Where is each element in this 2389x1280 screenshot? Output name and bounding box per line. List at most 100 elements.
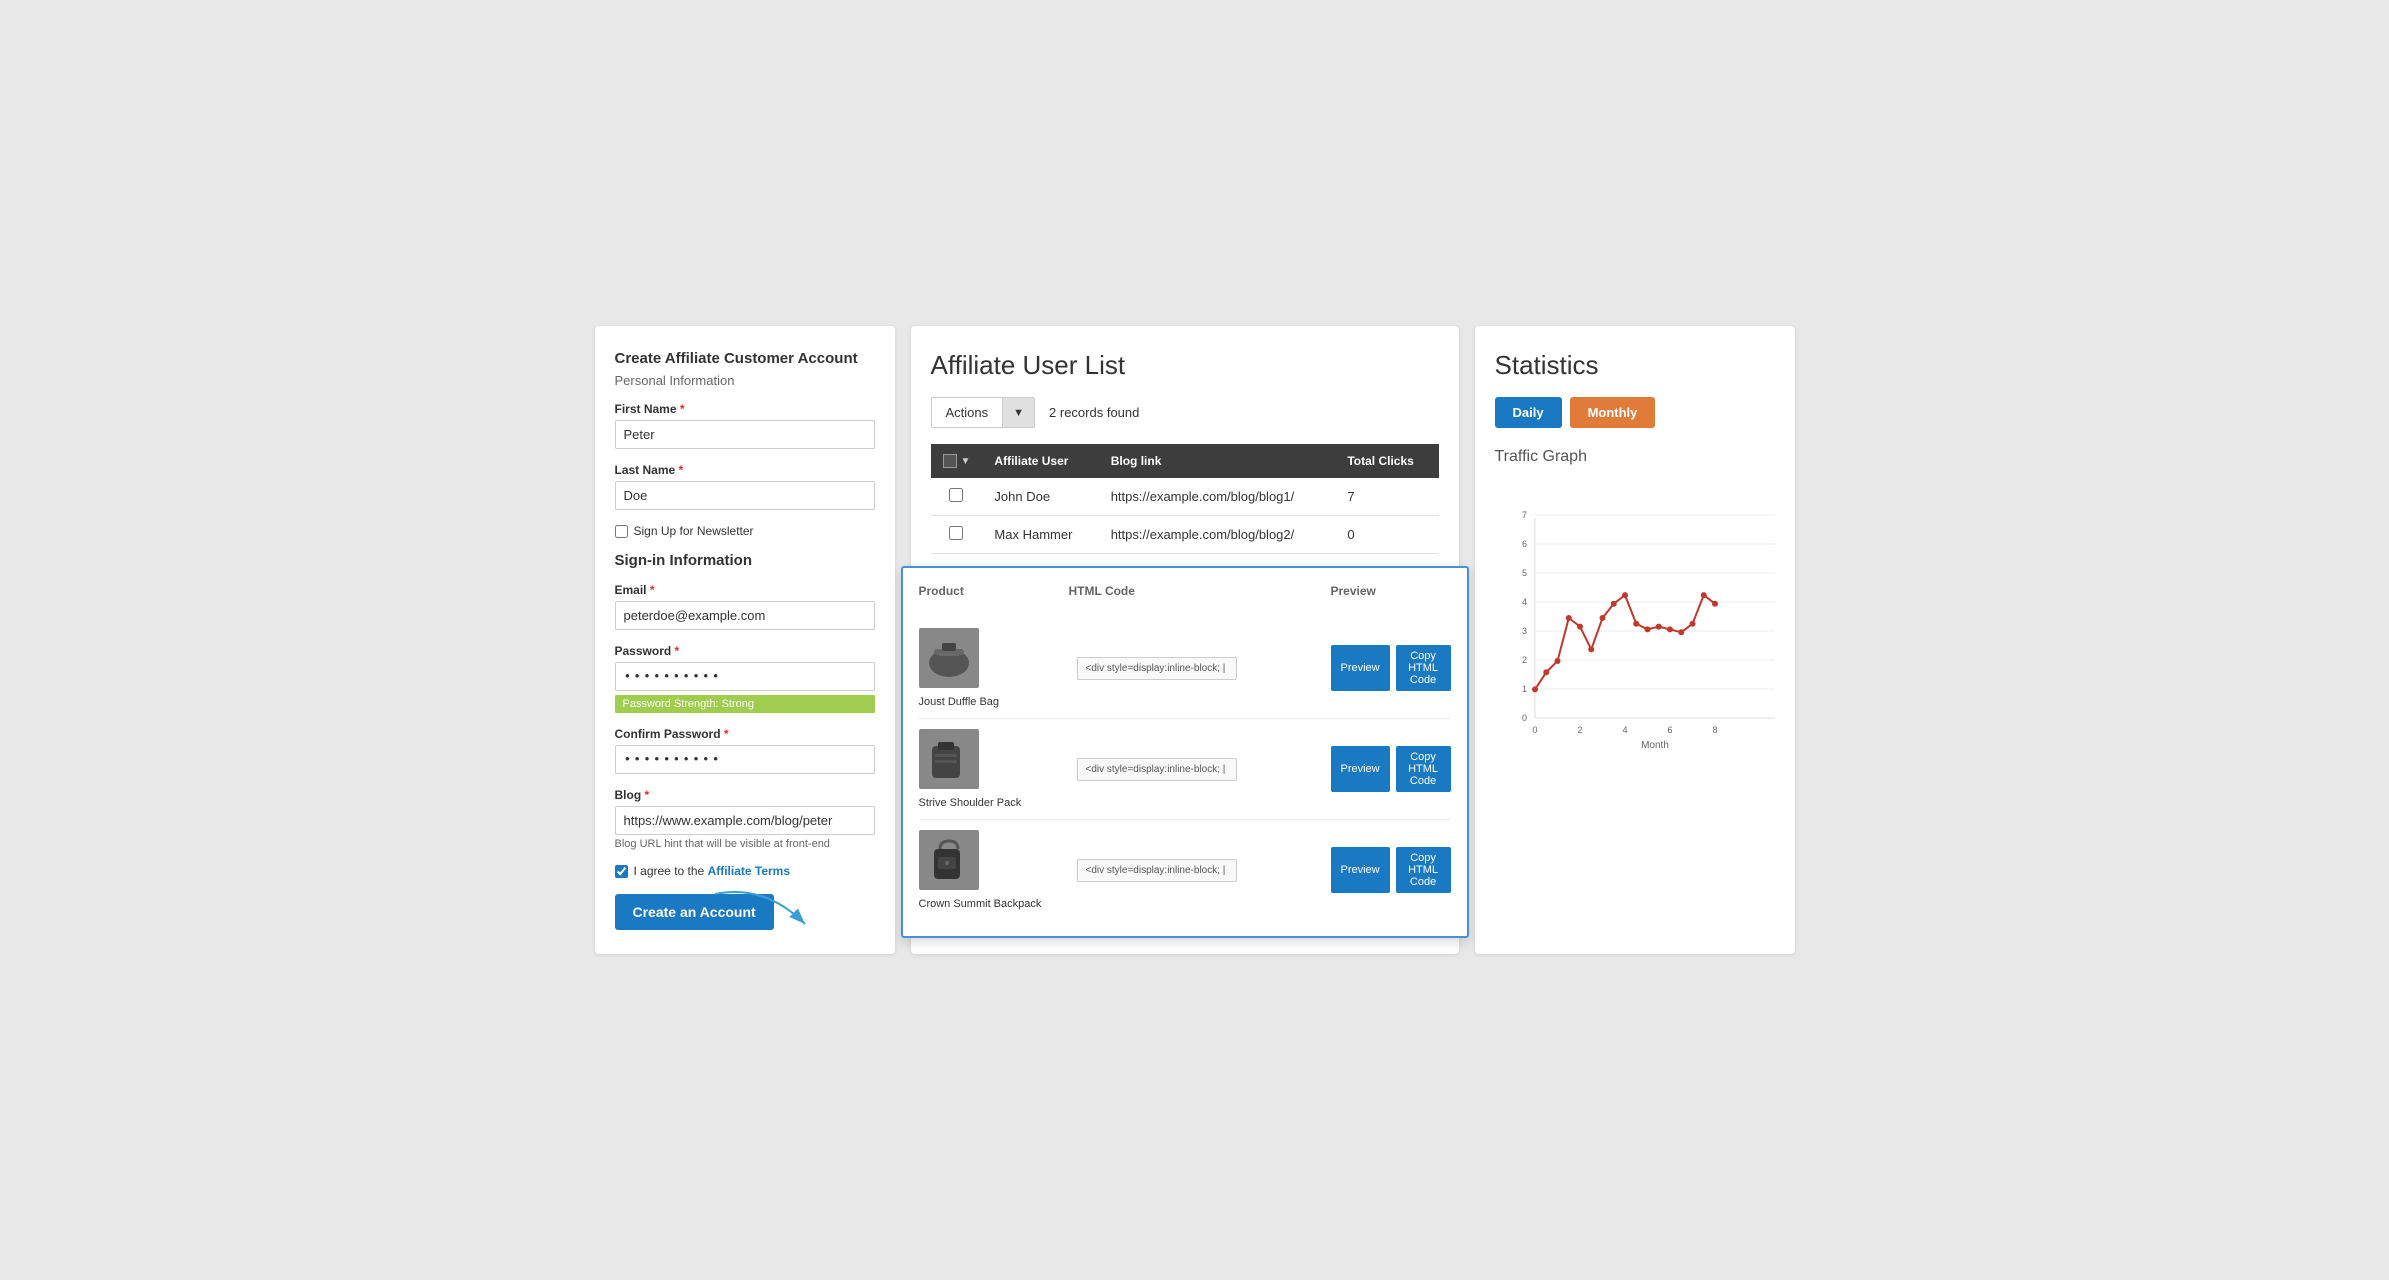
product2-preview-button[interactable]: Preview (1331, 746, 1390, 792)
table-row: Max Hammer https://example.com/blog/blog… (931, 516, 1439, 554)
terms-label: I agree to the Affiliate Terms (634, 864, 791, 878)
col-preview: Preview (1331, 584, 1451, 598)
product2-actions: Preview Copy HTML Code (1331, 746, 1451, 792)
personal-info-title: Personal Information (615, 373, 875, 388)
first-name-label: First Name * (615, 402, 875, 416)
svg-text:2: 2 (1577, 725, 1582, 735)
row1-checkbox-cell (931, 478, 983, 516)
row1-blog: https://example.com/blog/blog1/ (1099, 478, 1336, 516)
svg-text:Month: Month (1641, 740, 1669, 751)
col-product: Product (919, 584, 1069, 598)
svg-text:0: 0 (1532, 725, 1537, 735)
last-name-group: Last Name * (615, 463, 875, 510)
svg-text:8: 8 (1712, 725, 1717, 735)
product3-image (919, 830, 979, 890)
actions-label: Actions (932, 398, 1004, 427)
product1-copy-button[interactable]: Copy HTML Code (1396, 645, 1451, 691)
chart-point (1588, 646, 1594, 652)
first-name-input[interactable] (615, 420, 875, 449)
svg-text:6: 6 (1667, 725, 1672, 735)
monthly-button[interactable]: Monthly (1570, 397, 1656, 428)
panel-title: Create Affiliate Customer Account (615, 350, 875, 367)
row1-checkbox[interactable] (949, 488, 963, 502)
confirm-password-input[interactable] (615, 745, 875, 774)
main-layout: Create Affiliate Customer Account Person… (595, 326, 1795, 954)
email-input[interactable] (615, 601, 875, 630)
row2-clicks: 0 (1335, 516, 1438, 554)
product3-actions: Preview Copy HTML Code (1331, 847, 1451, 893)
chart-point (1700, 592, 1706, 598)
password-input[interactable] (615, 662, 875, 691)
blog-input[interactable] (615, 806, 875, 835)
table-body: John Doe https://example.com/blog/blog1/… (931, 478, 1439, 554)
product-row-3: Crown Summit Backpack <div style=display… (919, 820, 1451, 920)
product2-copy-button[interactable]: Copy HTML Code (1396, 746, 1451, 792)
product3-name: Crown Summit Backpack (919, 898, 1042, 910)
product1-image-container: Joust Duffle Bag (919, 628, 1069, 708)
row2-blog: https://example.com/blog/blog2/ (1099, 516, 1336, 554)
right-panel: Statistics Daily Monthly Traffic Graph (1475, 326, 1795, 954)
newsletter-checkbox[interactable] (615, 525, 628, 538)
terms-checkbox[interactable] (615, 865, 628, 878)
confirm-password-label: Confirm Password * (615, 727, 875, 741)
svg-text:4: 4 (1521, 597, 1526, 607)
svg-text:0: 0 (1521, 713, 1526, 723)
traffic-chart: 0 1 2 3 4 5 6 7 0 2 4 6 8 Month (1495, 478, 1775, 778)
left-panel: Create Affiliate Customer Account Person… (595, 326, 895, 954)
blog-hint: Blog URL hint that will be visible at fr… (615, 838, 875, 850)
product3-preview-button[interactable]: Preview (1331, 847, 1390, 893)
row1-clicks: 7 (1335, 478, 1438, 516)
chart-line (1535, 595, 1715, 689)
product1-image (919, 628, 979, 688)
product2-image (919, 729, 979, 789)
actions-bar: Actions ▼ 2 records found (931, 397, 1439, 428)
last-name-input[interactable] (615, 481, 875, 510)
email-group: Email * (615, 583, 875, 630)
traffic-graph-title: Traffic Graph (1495, 448, 1775, 466)
backpack-icon (924, 835, 974, 885)
chart-point (1577, 624, 1583, 630)
affiliate-title: Affiliate User List (931, 350, 1439, 381)
email-label: Email * (615, 583, 875, 597)
product1-code[interactable]: <div style=display:inline-block; | (1077, 657, 1237, 680)
stats-buttons: Daily Monthly (1495, 397, 1775, 428)
row2-checkbox[interactable] (949, 526, 963, 540)
chart-point (1610, 601, 1616, 607)
product1-actions: Preview Copy HTML Code (1331, 645, 1451, 691)
product1-preview-button[interactable]: Preview (1331, 645, 1390, 691)
row1-user: John Doe (982, 478, 1098, 516)
chart-point (1599, 615, 1605, 621)
product-overlay: Product HTML Code Preview Joust Duf (901, 566, 1469, 938)
terms-group: I agree to the Affiliate Terms (615, 864, 875, 878)
th-checkbox: ▼ (931, 444, 983, 478)
daily-button[interactable]: Daily (1495, 397, 1562, 428)
actions-dropdown-button[interactable]: ▼ (1003, 398, 1034, 427)
stats-title: Statistics (1495, 350, 1775, 381)
product3-image-container: Crown Summit Backpack (919, 830, 1069, 910)
terms-link[interactable]: Affiliate Terms (708, 864, 790, 878)
row2-checkbox-cell (931, 516, 983, 554)
product2-code[interactable]: <div style=display:inline-block; | (1077, 758, 1237, 781)
product3-copy-button[interactable]: Copy HTML Code (1396, 847, 1451, 893)
row2-user: Max Hammer (982, 516, 1098, 554)
svg-text:4: 4 (1622, 725, 1627, 735)
chart-point (1678, 629, 1684, 635)
svg-text:6: 6 (1521, 539, 1526, 549)
product2-name: Strive Shoulder Pack (919, 797, 1022, 809)
product-row-1: Joust Duffle Bag <div style=display:inli… (919, 618, 1451, 719)
product3-code[interactable]: <div style=display:inline-block; | (1077, 859, 1237, 882)
shoulder-pack-icon (924, 734, 974, 784)
records-found: 2 records found (1049, 405, 1139, 420)
chart-point (1565, 615, 1571, 621)
svg-text:1: 1 (1521, 684, 1526, 694)
svg-text:2: 2 (1521, 655, 1526, 665)
sign-in-title: Sign-in Information (615, 552, 875, 569)
col-html: HTML Code (1069, 584, 1331, 598)
blog-label: Blog * (615, 788, 875, 802)
password-strength: Password Strength: Strong (615, 695, 875, 713)
table-row: John Doe https://example.com/blog/blog1/… (931, 478, 1439, 516)
svg-text:5: 5 (1521, 568, 1526, 578)
blog-group: Blog * Blog URL hint that will be visibl… (615, 788, 875, 850)
chart-point (1532, 686, 1538, 692)
chart-point (1622, 592, 1628, 598)
